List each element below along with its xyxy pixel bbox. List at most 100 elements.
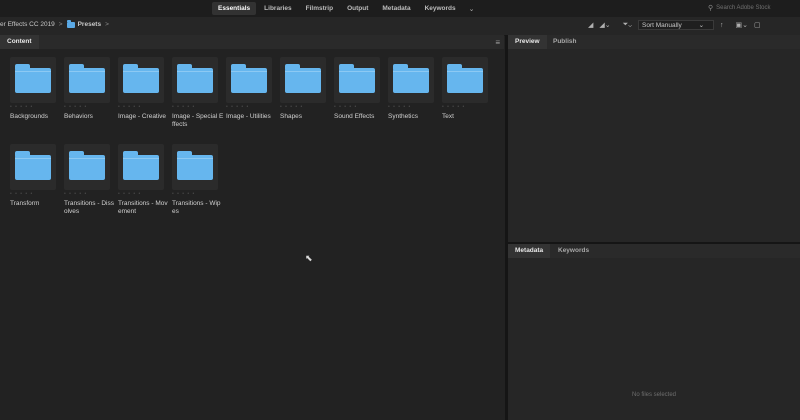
sort-select[interactable]: Sort Manually ⌄ — [638, 20, 715, 30]
folder-label: Backgrounds — [10, 113, 48, 120]
rating-stars[interactable]: • • • • • — [172, 191, 226, 198]
folder-label: Behaviors — [64, 113, 93, 120]
folder-thumbnail[interactable] — [280, 57, 326, 103]
folder-label: Transitions - Movement — [118, 200, 168, 215]
rating-stars[interactable]: • • • • • — [10, 104, 64, 111]
breadcrumb: er Effects CC 2019 > Presets > — [0, 19, 113, 28]
metadata-panel-header: Metadata Keywords — [508, 244, 800, 259]
tab-keywords[interactable]: Keywords — [551, 244, 596, 258]
empty-state-text: No files selected — [631, 392, 677, 398]
folder-item[interactable]: • • • • • Transitions - Movement — [118, 144, 172, 216]
folder-thumbnail[interactable] — [172, 144, 218, 190]
folder-icon — [447, 64, 483, 93]
new-folder-icon[interactable]: ▢ — [754, 21, 761, 29]
workspace-bar: Essentials Libraries Filmstrip Output Me… — [0, 0, 800, 17]
mouse-cursor-icon: ⬉ — [305, 253, 313, 263]
folder-item[interactable]: • • • • • Image - Special Effects — [172, 57, 226, 129]
rating-stars[interactable]: • • • • • — [118, 104, 172, 111]
tab-content[interactable]: Content — [0, 35, 39, 49]
folder-thumbnail[interactable] — [442, 57, 488, 103]
workspace-tab-metadata[interactable]: Metadata — [376, 2, 416, 15]
folder-icon — [177, 151, 213, 180]
folder-icon — [69, 151, 105, 180]
folder-icon — [285, 64, 321, 93]
folder-item[interactable]: • • • • • Transitions - Wipes — [172, 144, 226, 216]
search-icon: ⚲ — [708, 4, 714, 12]
folder-thumbnail[interactable] — [64, 57, 110, 103]
tab-metadata[interactable]: Metadata — [508, 244, 551, 258]
filter-icon[interactable]: ⏷⌄ — [623, 21, 632, 29]
open-recent-icon[interactable]: ▣⌄ — [736, 21, 748, 29]
sort-direction-icon[interactable]: ↑ — [720, 22, 724, 29]
rating-stars[interactable]: • • • • • — [64, 104, 118, 111]
folder-item[interactable]: • • • • • Synthetics — [388, 57, 442, 121]
path-bar: er Effects CC 2019 > Presets > ◢ ◢⌄ ⏷⌄ S… — [0, 17, 800, 36]
rating-stars[interactable]: • • • • • — [334, 104, 388, 111]
folder-label: Image - Utilities — [226, 113, 271, 120]
preview-panel-header: Preview Publish — [508, 35, 800, 50]
content-panel: • • • • • Backgrounds • • • • • Behavior… — [0, 49, 504, 420]
folder-item[interactable]: • • • • • Backgrounds — [10, 57, 64, 121]
folder-label: Transform — [10, 200, 40, 207]
workspace-tab-keywords[interactable]: Keywords — [419, 2, 462, 15]
rating-stars[interactable]: • • • • • — [226, 104, 280, 111]
rating-stars[interactable]: • • • • • — [10, 191, 64, 198]
sort-label: Sort Manually — [642, 21, 682, 29]
folder-icon — [69, 64, 105, 93]
breadcrumb-item-presets[interactable]: Presets — [78, 21, 102, 28]
folder-thumbnail[interactable] — [334, 57, 380, 103]
quality-icon[interactable]: ◢ — [588, 21, 593, 29]
tab-publish[interactable]: Publish — [546, 35, 583, 49]
workspace-tab-filmstrip[interactable]: Filmstrip — [300, 2, 339, 15]
folder-item[interactable]: • • • • • Behaviors — [64, 57, 118, 121]
panel-menu-icon[interactable]: ≡ — [495, 38, 500, 47]
folder-thumbnail[interactable] — [10, 57, 56, 103]
folder-thumbnail[interactable] — [388, 57, 434, 103]
folder-icon — [15, 64, 51, 93]
chevron-down-icon[interactable]: ⌄ — [464, 5, 480, 13]
folder-item[interactable]: • • • • • Transitions - Dissolves — [64, 144, 118, 216]
folder-label: Sound Effects — [334, 113, 375, 120]
folder-item[interactable]: • • • • • Text — [442, 57, 496, 121]
folder-thumbnail[interactable] — [226, 57, 272, 103]
folder-item[interactable]: • • • • • Image - Creative — [118, 57, 172, 121]
search-placeholder: Search Adobe Stock — [716, 4, 771, 11]
preview-panel — [508, 49, 800, 242]
folder-item[interactable]: • • • • • Shapes — [280, 57, 334, 121]
chevron-down-icon: ⌄ — [698, 22, 705, 29]
folder-item[interactable]: • • • • • Transform — [10, 144, 64, 208]
folder-icon — [66, 19, 75, 28]
folder-icon — [339, 64, 375, 93]
folder-item[interactable]: • • • • • Image - Utilities — [226, 57, 280, 121]
folder-label: Transitions - Wipes — [172, 200, 221, 215]
breadcrumb-separator: > — [58, 21, 63, 28]
rating-filter-icon[interactable]: ◢⌄ — [599, 21, 610, 29]
folder-label: Shapes — [280, 113, 303, 120]
workspace-tab-output[interactable]: Output — [341, 2, 374, 15]
folder-thumbnail[interactable] — [118, 57, 164, 103]
folder-icon — [123, 64, 159, 93]
search-input[interactable]: ⚲ Search Adobe Stock — [708, 2, 800, 13]
folder-thumbnail[interactable] — [172, 57, 218, 103]
folder-label: Text — [442, 113, 454, 120]
breadcrumb-separator[interactable]: > — [105, 21, 109, 28]
rating-stars[interactable]: • • • • • — [172, 104, 226, 111]
folder-item[interactable]: • • • • • Sound Effects — [334, 57, 388, 121]
folder-icon — [393, 64, 429, 93]
rating-stars[interactable]: • • • • • — [118, 191, 172, 198]
workspace-tab-libraries[interactable]: Libraries — [258, 2, 297, 15]
rating-stars[interactable]: • • • • • — [64, 191, 118, 198]
folder-icon — [231, 64, 267, 93]
folder-icon — [15, 151, 51, 180]
workspace-tab-essentials[interactable]: Essentials — [212, 2, 257, 15]
tab-preview[interactable]: Preview — [508, 35, 547, 49]
folder-label: Transitions - Dissolves — [64, 200, 114, 215]
rating-stars[interactable]: • • • • • — [442, 104, 496, 111]
content-panel-header: Content ≡ — [0, 35, 504, 50]
rating-stars[interactable]: • • • • • — [280, 104, 334, 111]
rating-stars[interactable]: • • • • • — [388, 104, 442, 111]
folder-thumbnail[interactable] — [10, 144, 56, 190]
folder-thumbnail[interactable] — [118, 144, 164, 190]
breadcrumb-item-after-effects[interactable]: er Effects CC 2019 — [0, 21, 55, 28]
folder-thumbnail[interactable] — [64, 144, 110, 190]
